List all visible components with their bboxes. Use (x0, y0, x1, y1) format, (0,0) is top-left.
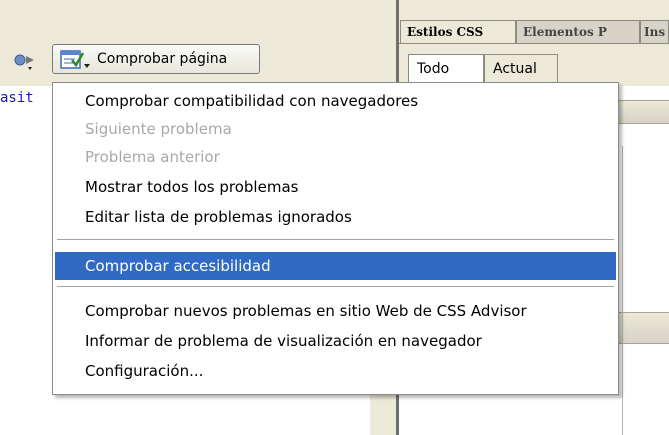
menu-item-check-browser-compat[interactable]: Comprobar compatibilidad con navegadores (55, 87, 616, 115)
menu-item-check-accessibility[interactable]: Comprobar accesibilidad (55, 252, 616, 280)
tab-inspect[interactable]: Ins (640, 20, 669, 44)
menu-item-report-rendering-issue[interactable]: Informar de problema de visualización en… (55, 327, 616, 355)
tab-elements[interactable]: Elementos P (516, 20, 640, 44)
code-text: asit (0, 90, 34, 106)
subtab-current[interactable]: Actual (484, 54, 558, 84)
check-page-label: Comprobar página (97, 51, 228, 67)
tab-css-styles[interactable]: Estilos CSS (400, 20, 516, 44)
tab-divider (399, 43, 669, 44)
subtab-all[interactable]: Todo (408, 54, 484, 84)
menu-item-next-issue[interactable]: Siguiente problema (55, 115, 616, 143)
menu-item-edit-ignored-issues[interactable]: Editar lista de problemas ignorados (55, 203, 616, 231)
menu-separator (57, 286, 614, 288)
check-page-icon (60, 50, 92, 70)
menu-item-settings[interactable]: Configuración... (55, 357, 616, 385)
check-page-button[interactable]: Comprobar página (52, 44, 260, 74)
menu-item-previous-issue[interactable]: Problema anterior (55, 143, 616, 171)
panel-column-divider (622, 146, 623, 435)
menu-item-show-all-issues[interactable]: Mostrar todos los problemas (55, 173, 616, 201)
menu-separator (57, 239, 614, 241)
menu-item-check-css-advisor[interactable]: Comprobar nuevos problemas en sitio Web … (55, 297, 616, 325)
check-page-menu: Comprobar compatibilidad con navegadores… (52, 82, 619, 395)
browser-compat-icon[interactable] (12, 52, 38, 74)
